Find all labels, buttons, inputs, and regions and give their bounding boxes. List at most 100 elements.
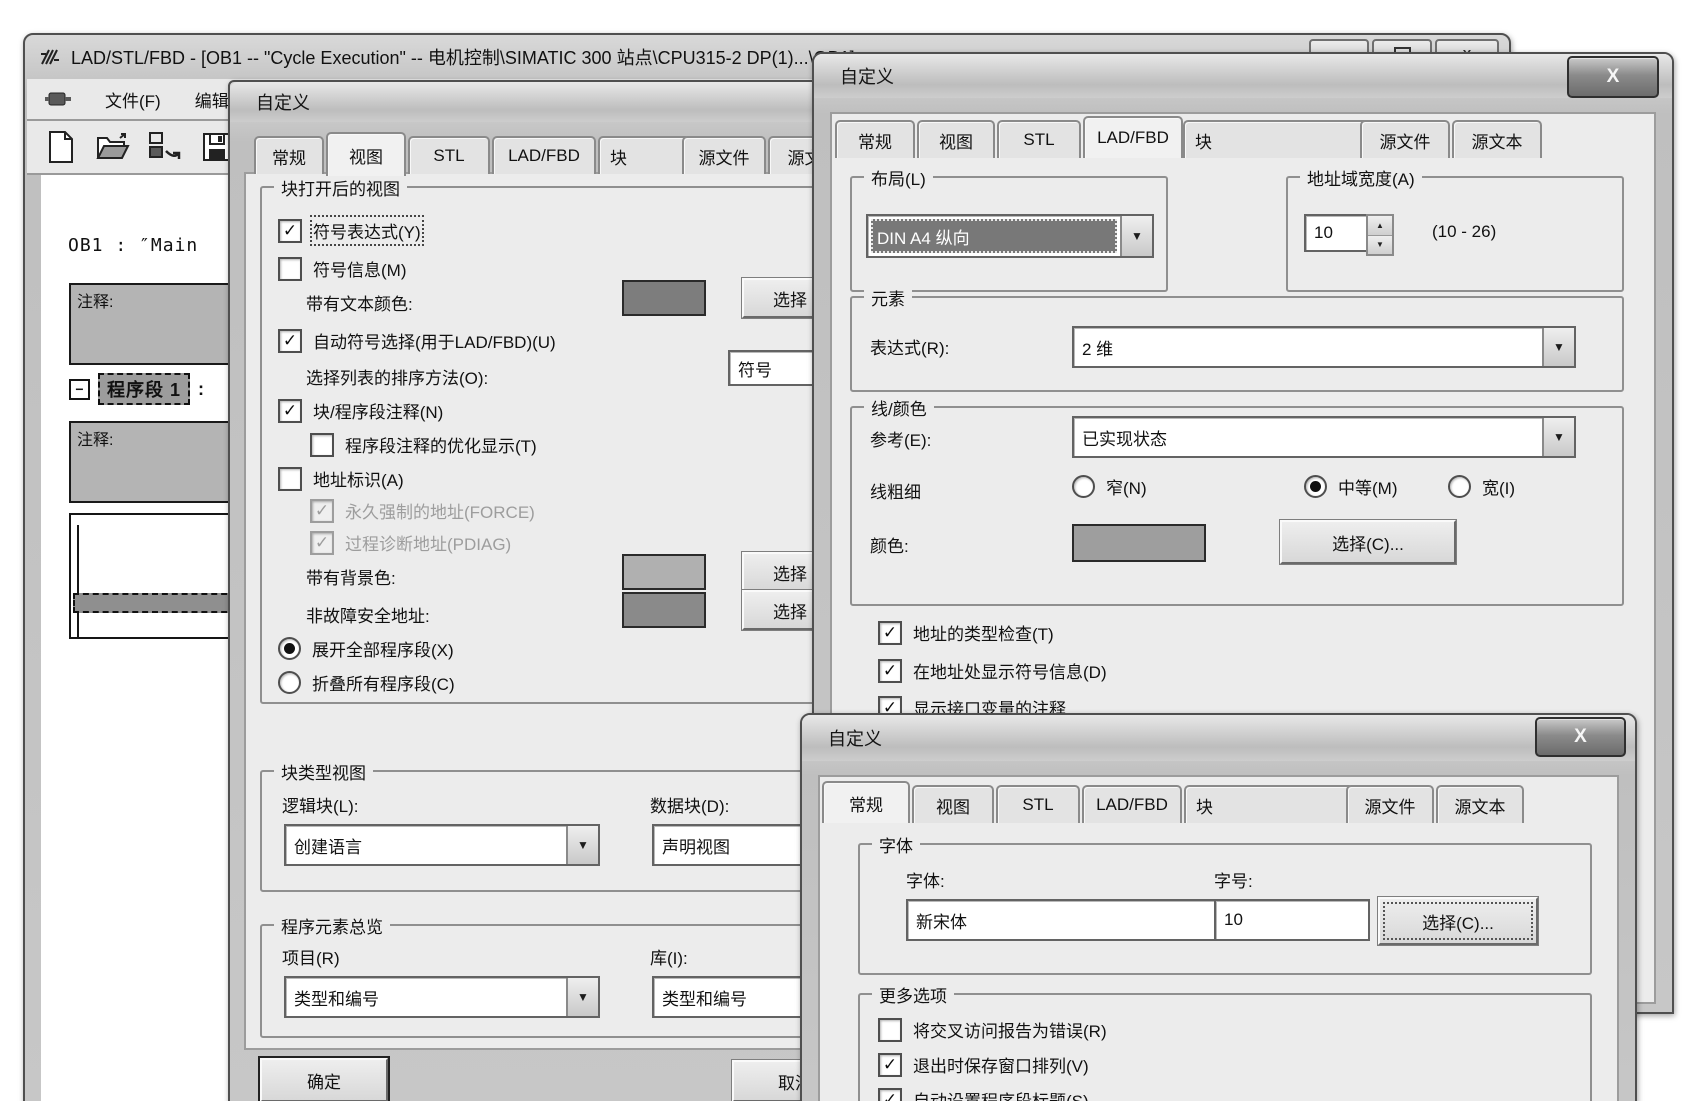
group-block-type-label: 块类型视图 [274, 759, 373, 784]
tab-source-text[interactable]: 源文本 [1436, 785, 1524, 823]
checkbox-pdiag-addresses: ✓ 过程诊断地址(PDIAG) [310, 530, 511, 555]
reference-combo[interactable]: 已实现状态 ▼ [1072, 416, 1576, 458]
expression-combo[interactable]: 2 维 ▼ [1072, 326, 1576, 368]
radio-selected-icon [278, 637, 301, 660]
tab-block[interactable]: 块 [1183, 120, 1369, 158]
chevron-down-icon[interactable]: ▼ [566, 978, 598, 1016]
collapse-network-icon[interactable]: − [69, 378, 90, 400]
tab-stl[interactable]: STL [997, 120, 1081, 158]
close-icon: X [1574, 726, 1587, 747]
font-size-field[interactable]: 10 [1214, 899, 1370, 941]
checkbox-checked-disabled-icon: ✓ [310, 530, 334, 555]
tab-block[interactable]: 块 [598, 136, 690, 174]
dialog-ladfbd-titlebar[interactable]: 自定义 [814, 54, 1672, 98]
failsafe-color-select-button[interactable]: 选择 [742, 590, 820, 630]
line-color-select-button[interactable]: 选择(C)... [1280, 520, 1456, 564]
selected-element-bar[interactable] [73, 593, 237, 613]
checkbox-symbolic-representation[interactable]: ✓ 符号表达式(Y) [278, 215, 424, 246]
checkbox-save-window-arrangement[interactable]: ✓ 退出时保存窗口排列(V) [878, 1052, 1089, 1077]
checkbox-unchecked-icon [278, 256, 302, 281]
network-canvas[interactable] [69, 513, 241, 639]
project-combo[interactable]: 类型和编号 ▼ [284, 976, 600, 1018]
background-color-label: 带有背景色: [306, 569, 396, 588]
spin-up-icon[interactable]: ▲ [1368, 216, 1392, 236]
tab-ladfbd[interactable]: LAD/FBD [492, 136, 596, 174]
tab-general[interactable]: 常规 [835, 120, 915, 158]
checkbox-address-identification[interactable]: 地址标识(A) [278, 466, 404, 491]
network-title[interactable]: 程序段 1 [98, 373, 191, 405]
tab-block[interactable]: 块 [1184, 785, 1354, 823]
dialog-general-close-button[interactable]: X [1535, 717, 1626, 757]
menu-file[interactable]: 文件(F) [105, 87, 161, 112]
checkbox-optimized-comment-display[interactable]: 程序段注释的优化显示(T) [310, 432, 537, 457]
checkbox-type-check[interactable]: ✓ 地址的类型检查(T) [878, 620, 1054, 645]
radio-unselected-icon [1448, 475, 1471, 498]
sort-method-field[interactable]: 符号 [728, 350, 820, 386]
tab-view[interactable]: 视图 [917, 120, 995, 158]
tab-view[interactable]: 视图 [912, 785, 994, 823]
reference-label: 参考(E): [870, 431, 932, 450]
checkbox-symbol-info-at-address[interactable]: ✓ 在地址处显示符号信息(D) [878, 658, 1107, 683]
tab-general[interactable]: 常规 [822, 781, 910, 823]
tab-ladfbd[interactable]: LAD/FBD [1083, 116, 1183, 158]
tab-stl[interactable]: STL [996, 785, 1080, 823]
background-color-select-button[interactable]: 选择 [742, 552, 820, 592]
checkbox-auto-network-title[interactable]: ✓ 自动设置程序段标题(S) [878, 1087, 1089, 1101]
checkbox-checked-disabled-icon: ✓ [310, 498, 334, 523]
checkbox-report-cross-access[interactable]: 将交叉访问报告为错误(R) [878, 1017, 1107, 1042]
layout-combo[interactable]: DIN A4 纵向 ▼ [866, 214, 1154, 258]
radio-collapse-all-networks[interactable]: 折叠所有程序段(C) [278, 670, 455, 695]
block-comment-box[interactable]: 注释: [69, 283, 253, 365]
power-rail [77, 525, 79, 637]
open-online-button[interactable] [147, 128, 183, 166]
radio-line-wide[interactable]: 宽(I) [1448, 474, 1515, 499]
background-color-swatch [622, 554, 706, 590]
checkbox-checked-icon: ✓ [878, 620, 902, 645]
checkbox-checked-icon: ✓ [878, 658, 902, 683]
tab-source-text[interactable]: 源文本 [1452, 120, 1542, 158]
chevron-down-icon[interactable]: ▼ [1542, 328, 1574, 366]
font-name-label: 字体: [906, 872, 945, 891]
address-width-range: (10 - 26) [1432, 222, 1497, 241]
library-combo[interactable]: 类型和编号 [652, 976, 820, 1018]
address-width-stepper[interactable]: ▲ ▼ [1366, 214, 1394, 256]
checkbox-checked-icon: ✓ [878, 1052, 902, 1077]
tab-view[interactable]: 视图 [326, 132, 406, 176]
window-title: LAD/STL/FBD - [OB1 -- "Cycle Execution" … [71, 48, 855, 68]
tab-source-file[interactable]: 源文件 [1360, 120, 1450, 158]
font-name-field[interactable]: 新宋体 [906, 899, 1218, 941]
spin-down-icon[interactable]: ▼ [1368, 235, 1392, 254]
checkbox-block-network-comment[interactable]: ✓ 块/程序段注释(N) [278, 398, 443, 423]
network-comment-box[interactable]: 注释: [69, 421, 253, 503]
child-window-icon[interactable] [45, 90, 71, 108]
tab-stl[interactable]: STL [408, 136, 490, 174]
chevron-down-icon[interactable]: ▼ [566, 826, 598, 864]
radio-expand-all-networks[interactable]: 展开全部程序段(X) [278, 636, 454, 661]
checkbox-checked-icon: ✓ [278, 328, 302, 353]
dialog-view-titlebar[interactable]: 自定义 [230, 82, 820, 122]
radio-line-medium[interactable]: 中等(M) [1304, 474, 1397, 499]
tab-source-file[interactable]: 源文件 [1346, 785, 1434, 823]
radio-line-narrow[interactable]: 窄(N) [1072, 474, 1147, 499]
font-select-button[interactable]: 选择(C)... [1378, 897, 1538, 945]
radio-selected-icon [1304, 475, 1327, 498]
menu-edit[interactable]: 编辑 [195, 87, 229, 112]
new-file-button[interactable] [43, 128, 79, 166]
checkbox-symbol-information[interactable]: 符号信息(M) [278, 256, 406, 281]
checkbox-auto-symbol-selection[interactable]: ✓ 自动符号选择(用于LAD/FBD)(U) [278, 328, 556, 353]
ok-button[interactable]: 确定 [260, 1058, 388, 1101]
tab-ladfbd[interactable]: LAD/FBD [1082, 785, 1182, 823]
data-block-combo[interactable]: 声明视图 [652, 824, 820, 866]
text-color-select-button[interactable]: 选择 [742, 278, 820, 318]
logic-block-combo[interactable]: 创建语言 ▼ [284, 824, 600, 866]
checkbox-checked-icon: ✓ [278, 398, 302, 423]
new-file-icon [49, 131, 73, 163]
dialog-general-titlebar[interactable]: 自定义 [802, 715, 1635, 761]
tab-general[interactable]: 常规 [254, 136, 324, 174]
online-blocks-icon [149, 132, 181, 159]
chevron-down-icon[interactable]: ▼ [1542, 418, 1574, 456]
open-file-button[interactable] [95, 128, 131, 166]
chevron-down-icon[interactable]: ▼ [1120, 216, 1152, 256]
tab-source-file[interactable]: 源文件 [682, 136, 766, 174]
dialog-ladfbd-close-button[interactable]: X [1567, 56, 1659, 98]
